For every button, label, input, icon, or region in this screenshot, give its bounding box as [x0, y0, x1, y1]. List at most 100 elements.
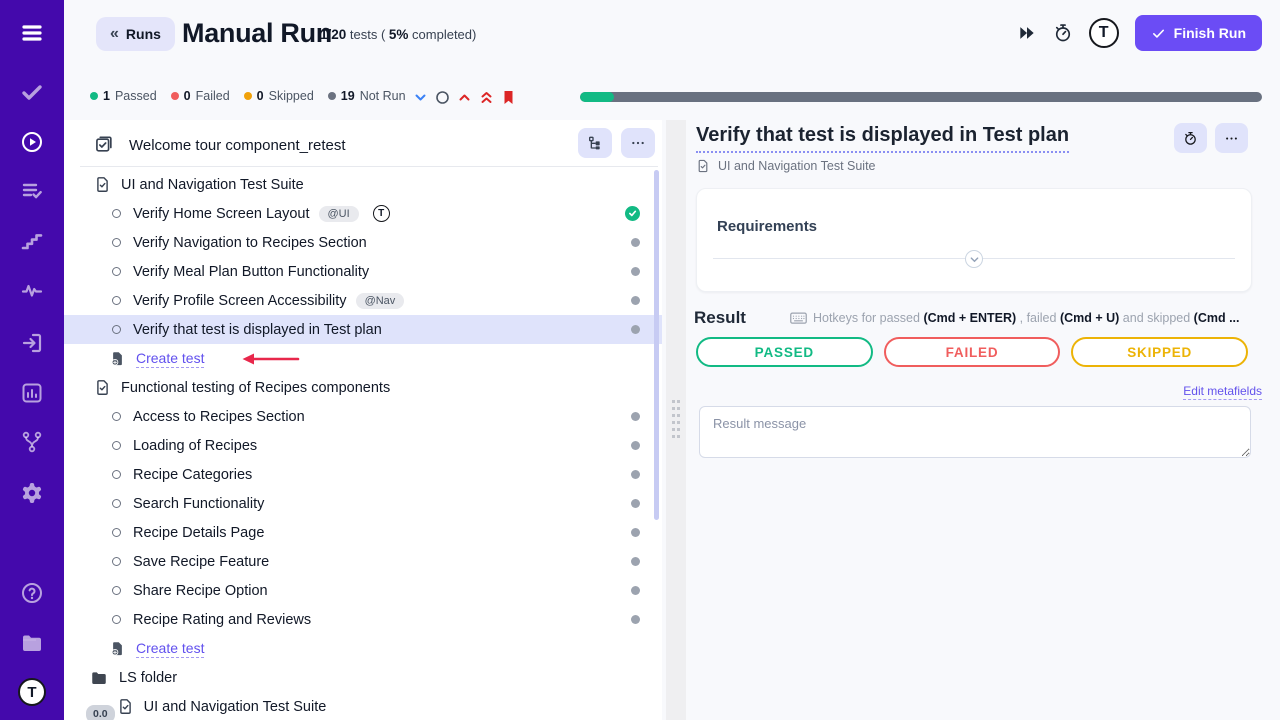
tests-icon[interactable]	[19, 79, 45, 105]
test-row[interactable]: Verify Profile Screen Accessibility @Nav	[64, 286, 662, 315]
test-label: Share Recipe Option	[133, 583, 268, 599]
notrun-status-icon[interactable]	[631, 528, 640, 537]
panel-splitter[interactable]	[666, 120, 686, 720]
analytics-icon[interactable]	[19, 380, 45, 406]
annotation-arrow-icon	[240, 352, 302, 366]
test-row[interactable]: Verify Home Screen Layout @UI T	[64, 199, 662, 228]
test-row[interactable]: Access to Recipes Section	[64, 402, 662, 431]
import-icon[interactable]	[19, 330, 45, 356]
assignee-avatar-logo[interactable]: T	[1089, 18, 1119, 48]
steps-icon[interactable]	[19, 228, 45, 254]
test-label: Verify that test is displayed in Test pl…	[133, 322, 382, 338]
timer-icon[interactable]	[1053, 23, 1073, 43]
priority-double-up-icon[interactable]	[478, 89, 495, 106]
test-title[interactable]: Verify that test is displayed in Test pl…	[696, 124, 1069, 153]
run-title: Welcome tour component_retest	[129, 137, 346, 154]
test-row[interactable]: Verify Meal Plan Button Functionality	[64, 257, 662, 286]
suite-label: Functional testing of Recipes components	[121, 380, 390, 396]
test-row[interactable]: Recipe Details Page	[64, 518, 662, 547]
test-row[interactable]: Search Functionality	[64, 489, 662, 518]
passed-button[interactable]: PASSED	[696, 337, 873, 367]
collapse-chevron-icon[interactable]	[412, 89, 429, 106]
back-to-runs-button[interactable]: « Runs	[96, 17, 175, 51]
test-bullet-icon	[112, 528, 121, 537]
test-bullet-icon	[112, 412, 121, 421]
finish-run-label: Finish Run	[1174, 25, 1246, 41]
folder-row[interactable]: LS folder	[64, 663, 662, 692]
test-label: Recipe Rating and Reviews	[133, 612, 311, 628]
fast-forward-icon[interactable]	[1017, 23, 1037, 43]
tree-scrollbar[interactable]	[654, 170, 659, 520]
help-icon[interactable]	[19, 580, 45, 606]
detail-timer-button[interactable]	[1174, 123, 1207, 153]
test-row[interactable]: Verify Navigation to Recipes Section	[64, 228, 662, 257]
detail-more-button[interactable]	[1215, 123, 1248, 153]
notrun-status-icon[interactable]	[631, 325, 640, 334]
create-test-row[interactable]: Create test	[64, 634, 662, 663]
settings-gear-icon[interactable]	[19, 480, 45, 506]
suite-row[interactable]: Functional testing of Recipes components	[64, 373, 662, 402]
menu-icon[interactable]	[19, 20, 45, 46]
test-plans-icon[interactable]	[19, 178, 45, 204]
passed-status-icon[interactable]	[625, 206, 640, 221]
test-row-selected[interactable]: Verify that test is displayed in Test pl…	[64, 315, 662, 344]
result-message-input[interactable]	[699, 406, 1251, 458]
notrun-status-icon[interactable]	[631, 267, 640, 276]
suite-row[interactable]: UI and Navigation Test Suite	[64, 170, 662, 199]
failed-button[interactable]: FAILED	[884, 337, 1061, 367]
tree-view-button[interactable]	[578, 128, 612, 158]
test-label: Verify Home Screen Layout	[133, 206, 310, 222]
notrun-status-icon[interactable]	[631, 412, 640, 421]
ellipsis-icon	[1224, 131, 1239, 146]
test-bullet-icon	[112, 441, 121, 450]
create-test-link[interactable]: Create test	[136, 640, 204, 658]
result-title: Result	[694, 308, 746, 328]
tests-mid: tests (	[346, 27, 389, 42]
create-test-link[interactable]: Create test	[136, 350, 204, 368]
check-icon	[1151, 26, 1166, 41]
bookmark-icon[interactable]	[500, 89, 517, 106]
runs-icon[interactable]	[19, 129, 45, 155]
create-test-row[interactable]: Create test	[64, 344, 662, 373]
requirements-card: Requirements	[696, 188, 1252, 292]
brand-logo[interactable]: T	[18, 678, 46, 706]
test-tag-badge[interactable]: @UI	[319, 206, 359, 222]
test-row[interactable]: Loading of Recipes	[64, 431, 662, 460]
tree-more-button[interactable]	[621, 128, 655, 158]
notrun-status-icon[interactable]	[631, 296, 640, 305]
edit-metafields-link[interactable]: Edit metafields	[1183, 384, 1262, 400]
notrun-status-icon[interactable]	[631, 499, 640, 508]
suite-label: UI and Navigation Test Suite	[121, 177, 304, 193]
circle-marker-icon[interactable]	[434, 89, 451, 106]
test-suite-breadcrumb[interactable]: UI and Navigation Test Suite	[696, 159, 876, 173]
suite-row[interactable]: 0.0 UI and Navigation Test Suite	[64, 692, 662, 720]
projects-folder-icon[interactable]	[19, 630, 45, 656]
pulse-icon[interactable]	[19, 278, 45, 304]
notrun-status-icon[interactable]	[631, 557, 640, 566]
test-row[interactable]: Recipe Rating and Reviews	[64, 605, 662, 634]
notrun-status-icon[interactable]	[631, 238, 640, 247]
run-status-legend: 1Passed 0Failed 0Skipped 19Not Run	[90, 89, 406, 103]
test-row[interactable]: Recipe Categories	[64, 460, 662, 489]
priority-up-icon[interactable]	[456, 89, 473, 106]
test-row[interactable]: Save Recipe Feature	[64, 547, 662, 576]
notrun-status-icon[interactable]	[631, 441, 640, 450]
requirements-expand-button[interactable]	[965, 250, 983, 268]
requirements-title: Requirements	[717, 218, 817, 235]
passed-legend: 1Passed	[90, 89, 157, 103]
suite-doc-icon	[696, 159, 710, 173]
failed-dot	[171, 92, 179, 100]
notrun-status-icon[interactable]	[631, 615, 640, 624]
notrun-status-icon[interactable]	[631, 586, 640, 595]
test-bullet-icon	[112, 325, 121, 334]
suite-doc-icon	[117, 698, 134, 715]
notrun-status-icon[interactable]	[631, 470, 640, 479]
branch-icon[interactable]	[19, 429, 45, 455]
finish-run-button[interactable]: Finish Run	[1135, 15, 1262, 51]
test-row[interactable]: Share Recipe Option	[64, 576, 662, 605]
test-label: Loading of Recipes	[133, 438, 257, 454]
suite-doc-icon	[94, 176, 111, 193]
test-tag-badge[interactable]: @Nav	[356, 293, 405, 309]
skipped-button[interactable]: SKIPPED	[1071, 337, 1248, 367]
test-label: Save Recipe Feature	[133, 554, 269, 570]
